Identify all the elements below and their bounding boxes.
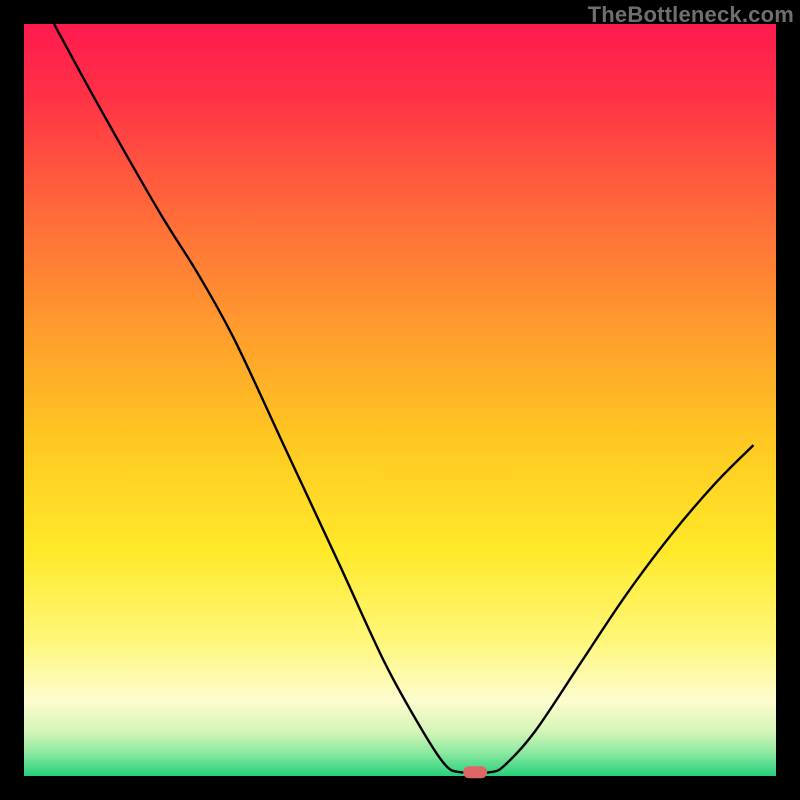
optimal-marker xyxy=(463,766,487,778)
plot-background xyxy=(24,24,776,776)
chart-frame: TheBottleneck.com xyxy=(0,0,800,800)
watermark-text: TheBottleneck.com xyxy=(588,2,794,28)
bottleneck-chart xyxy=(0,0,800,800)
